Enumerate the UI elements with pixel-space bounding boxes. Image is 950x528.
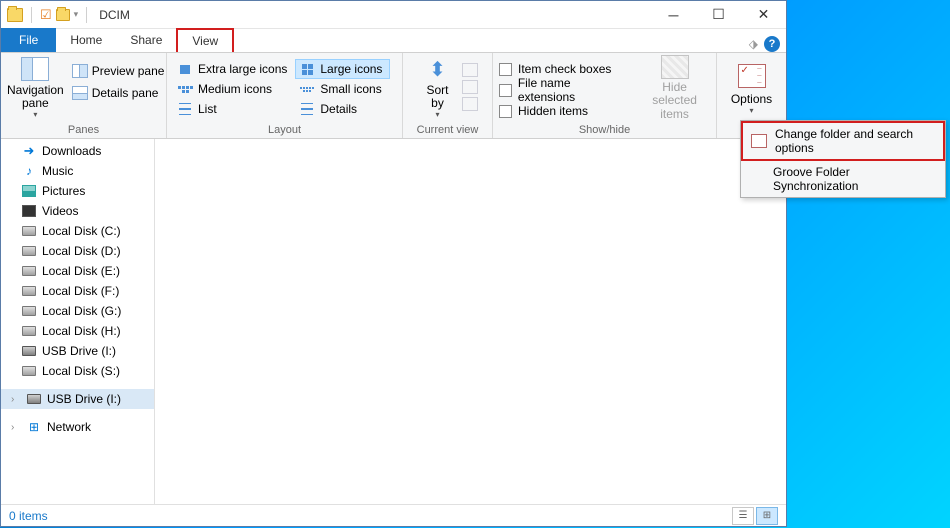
app-icon bbox=[7, 8, 23, 22]
details-pane-button[interactable]: Details pane bbox=[68, 83, 169, 103]
tree-music[interactable]: ♪Music bbox=[1, 161, 154, 181]
explorer-window: ☑ ▾ DCIM ─ ☐ ✕ File Home Share View ⬗ ? … bbox=[0, 0, 787, 527]
tree-usb-i[interactable]: USB Drive (I:) bbox=[1, 341, 154, 361]
layout-details[interactable]: Details bbox=[295, 99, 390, 119]
group-label-panes: Panes bbox=[7, 122, 160, 136]
titlebar: ☑ ▾ DCIM ─ ☐ ✕ bbox=[1, 1, 786, 29]
maximize-button[interactable]: ☐ bbox=[696, 1, 741, 29]
window-title: DCIM bbox=[99, 8, 651, 22]
chevron-right-icon[interactable]: › bbox=[11, 422, 21, 433]
sort-icon: ⬍ bbox=[429, 57, 446, 82]
tree-disk-f[interactable]: Local Disk (F:) bbox=[1, 281, 154, 301]
checkbox-extensions[interactable]: File name extensions bbox=[499, 80, 629, 100]
network-icon: ⊞ bbox=[26, 420, 42, 434]
navigation-pane-icon bbox=[21, 57, 49, 81]
group-label-layout: Layout bbox=[173, 122, 396, 136]
layout-small[interactable]: Small icons bbox=[295, 79, 390, 99]
tab-view[interactable]: View bbox=[176, 28, 234, 52]
qat-dropdown-icon[interactable]: ▾ bbox=[74, 9, 79, 20]
status-itemcount: 0 items bbox=[9, 509, 732, 523]
disk-icon bbox=[22, 266, 36, 276]
tree-disk-s[interactable]: Local Disk (S:) bbox=[1, 361, 154, 381]
disk-icon bbox=[22, 326, 36, 336]
view-details-toggle[interactable]: ☰ bbox=[732, 507, 754, 525]
layout-extralarge[interactable]: Extra large icons bbox=[173, 59, 295, 79]
tree-disk-g[interactable]: Local Disk (G:) bbox=[1, 301, 154, 321]
ribbon: Navigation pane ▾ Preview pane Details p… bbox=[1, 53, 786, 139]
sortby-button[interactable]: ⬍ Sort by ▾ bbox=[418, 57, 458, 119]
music-icon: ♪ bbox=[21, 164, 37, 178]
qat-properties-icon[interactable]: ☑ bbox=[40, 7, 52, 23]
sizecolumns-button[interactable] bbox=[462, 97, 478, 111]
minimize-button[interactable]: ─ bbox=[651, 1, 696, 29]
disk-icon bbox=[22, 246, 36, 256]
tree-network[interactable]: ›⊞Network bbox=[1, 417, 154, 437]
content-body: ➜Downloads ♪Music Pictures Videos Local … bbox=[1, 139, 786, 504]
tree-disk-d[interactable]: Local Disk (D:) bbox=[1, 241, 154, 261]
checkbox-hiddenitems[interactable]: Hidden items bbox=[499, 101, 629, 121]
menu-change-folder-options[interactable]: Change folder and search options bbox=[741, 121, 945, 161]
qat-newfolder-icon[interactable] bbox=[56, 9, 70, 21]
options-icon bbox=[751, 134, 767, 148]
separator bbox=[86, 7, 87, 23]
chevron-down-icon: ▾ bbox=[435, 110, 439, 119]
tree-disk-e[interactable]: Local Disk (E:) bbox=[1, 261, 154, 281]
ribbon-tabs: File Home Share View ⬗ ? bbox=[1, 29, 786, 53]
videos-icon bbox=[22, 205, 36, 217]
tree-usb-i-root[interactable]: ›USB Drive (I:) bbox=[1, 389, 154, 409]
tree-videos[interactable]: Videos bbox=[1, 201, 154, 221]
groupby-button[interactable] bbox=[462, 63, 478, 77]
hide-selected-button: Hide selected items bbox=[639, 57, 710, 119]
chevron-right-icon[interactable]: › bbox=[11, 394, 21, 405]
disk-icon bbox=[22, 286, 36, 296]
addcolumns-button[interactable] bbox=[462, 80, 478, 94]
disk-icon bbox=[22, 306, 36, 316]
details-pane-icon bbox=[72, 86, 88, 100]
view-icons-toggle[interactable]: ⊞ bbox=[756, 507, 778, 525]
layout-medium[interactable]: Medium icons bbox=[173, 79, 295, 99]
tree-downloads[interactable]: ➜Downloads bbox=[1, 141, 154, 161]
chevron-down-icon: ▾ bbox=[33, 110, 37, 119]
options-dropdown-menu: Change folder and search options Groove … bbox=[740, 120, 946, 198]
disk-icon bbox=[22, 226, 36, 236]
navigation-pane-button[interactable]: Navigation pane ▾ bbox=[7, 57, 64, 119]
menu-groove-sync[interactable]: Groove Folder Synchronization bbox=[741, 161, 945, 197]
options-icon bbox=[738, 64, 766, 88]
preview-pane-button[interactable]: Preview pane bbox=[68, 61, 169, 81]
pictures-icon bbox=[22, 185, 36, 197]
tab-file[interactable]: File bbox=[1, 28, 56, 52]
tab-home[interactable]: Home bbox=[56, 28, 116, 52]
help-icon[interactable]: ? bbox=[764, 36, 780, 52]
options-button[interactable]: Options ▾ bbox=[728, 57, 776, 119]
minimize-ribbon-icon[interactable]: ⬗ bbox=[749, 37, 758, 51]
layout-large[interactable]: Large icons bbox=[295, 59, 390, 79]
usb-icon bbox=[22, 346, 36, 356]
usb-icon bbox=[27, 394, 41, 404]
chevron-down-icon: ▾ bbox=[749, 106, 753, 115]
hide-icon bbox=[661, 55, 689, 79]
layout-list[interactable]: List bbox=[173, 99, 295, 119]
close-button[interactable]: ✕ bbox=[741, 1, 786, 29]
disk-icon bbox=[22, 366, 36, 376]
folder-content-pane[interactable] bbox=[155, 139, 786, 504]
statusbar: 0 items ☰ ⊞ bbox=[1, 504, 786, 526]
tree-pictures[interactable]: Pictures bbox=[1, 181, 154, 201]
navigation-tree[interactable]: ➜Downloads ♪Music Pictures Videos Local … bbox=[1, 139, 155, 504]
tab-share[interactable]: Share bbox=[116, 28, 176, 52]
group-label-showhide: Show/hide bbox=[499, 122, 710, 136]
preview-pane-icon bbox=[72, 64, 88, 78]
tree-disk-h[interactable]: Local Disk (H:) bbox=[1, 321, 154, 341]
download-icon: ➜ bbox=[21, 144, 37, 158]
group-label-currentview: Current view bbox=[409, 122, 486, 136]
tree-disk-c[interactable]: Local Disk (C:) bbox=[1, 221, 154, 241]
separator bbox=[31, 7, 32, 23]
